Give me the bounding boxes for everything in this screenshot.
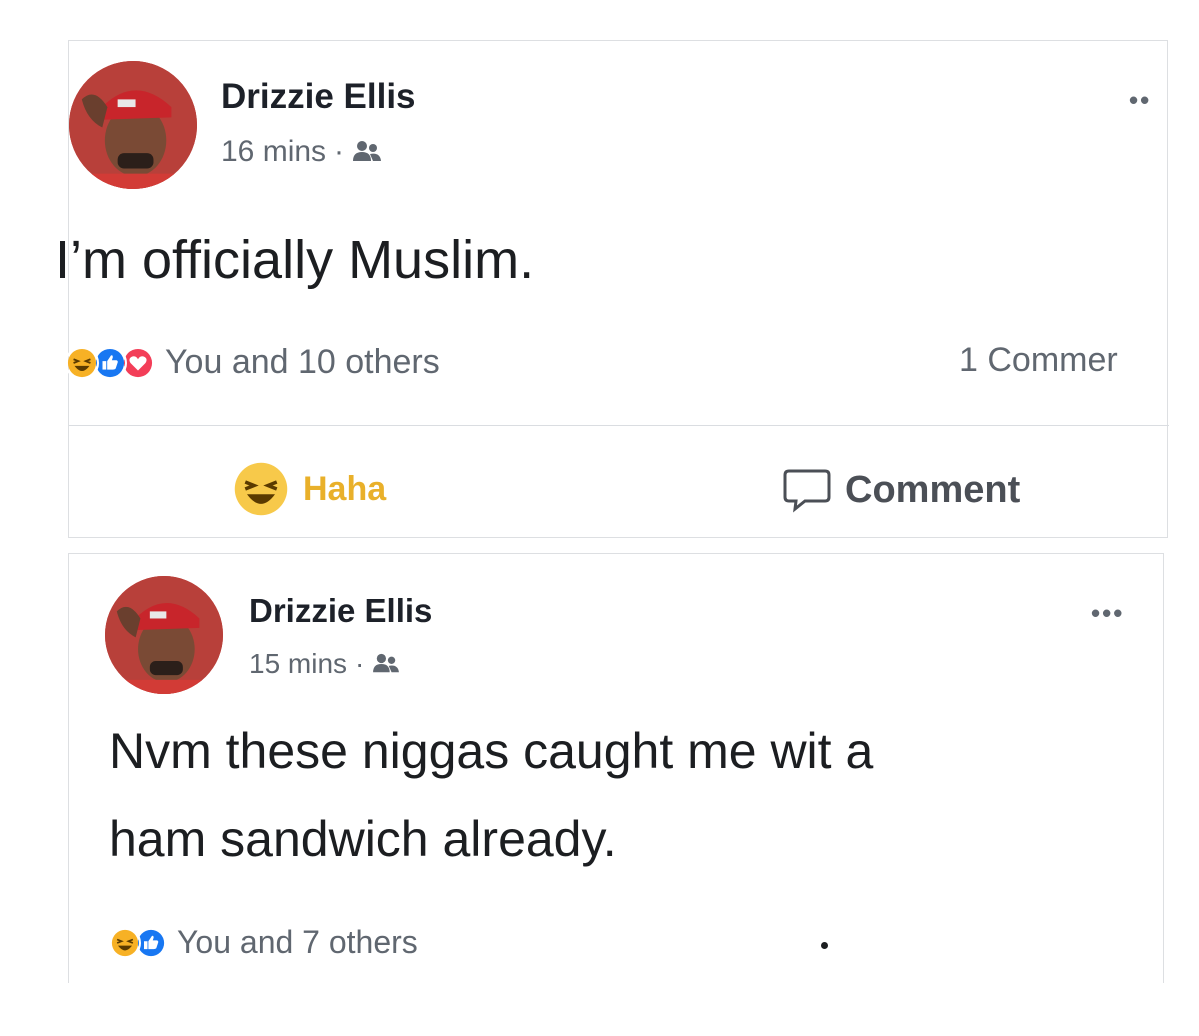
comment-bubble-icon [783, 469, 831, 513]
friends-icon [353, 141, 382, 161]
avatar[interactable] [105, 576, 223, 694]
reaction-count[interactable]: You and 10 others [165, 343, 440, 382]
divider [69, 425, 1169, 426]
post-timestamp[interactable]: 15 mins [249, 648, 347, 680]
post-text-line-1: Nvm these niggas caught me wit a [109, 723, 874, 779]
comment-button[interactable]: Comment [783, 467, 1020, 513]
post-meta: 16 mins · [221, 135, 382, 169]
haha-reaction-icon [109, 926, 141, 959]
author-name[interactable]: Drizzie Ellis [221, 77, 416, 117]
haha-button[interactable]: Haha [233, 461, 386, 517]
profile-photo-icon [105, 576, 223, 694]
post-meta: 15 mins · [249, 648, 400, 680]
post-card-1: Drizzie Ellis 16 mins · •• I’m officiall… [55, 40, 1169, 538]
avatar[interactable] [69, 61, 197, 189]
haha-label: Haha [303, 469, 387, 508]
more-options-button[interactable]: •• [1129, 85, 1151, 116]
haha-reaction-icon [65, 345, 99, 380]
meta-separator: · [334, 135, 345, 168]
author-name[interactable]: Drizzie Ellis [249, 592, 432, 630]
reaction-summary[interactable]: You and 10 others [65, 343, 440, 382]
post-text-line-2: ham sandwich already. [109, 811, 617, 867]
friends-icon [373, 653, 400, 673]
reaction-count[interactable]: You and 7 others [177, 924, 418, 961]
haha-reaction-icon [234, 462, 288, 516]
more-options-button[interactable]: ••• [1091, 598, 1124, 629]
reaction-summary[interactable]: You and 7 others [109, 924, 418, 961]
post-card-2: Drizzie Ellis 15 mins · ••• Nvm these ni… [68, 553, 1164, 983]
comment-count[interactable]: 1 Commer [959, 341, 1118, 380]
meta-separator: · [355, 648, 365, 679]
post-timestamp[interactable]: 16 mins [221, 135, 326, 169]
loading-dot [821, 942, 828, 949]
post-text: I’m officially Muslim. [55, 230, 535, 290]
comment-label: Comment [845, 468, 1021, 511]
profile-photo-icon [69, 61, 197, 189]
